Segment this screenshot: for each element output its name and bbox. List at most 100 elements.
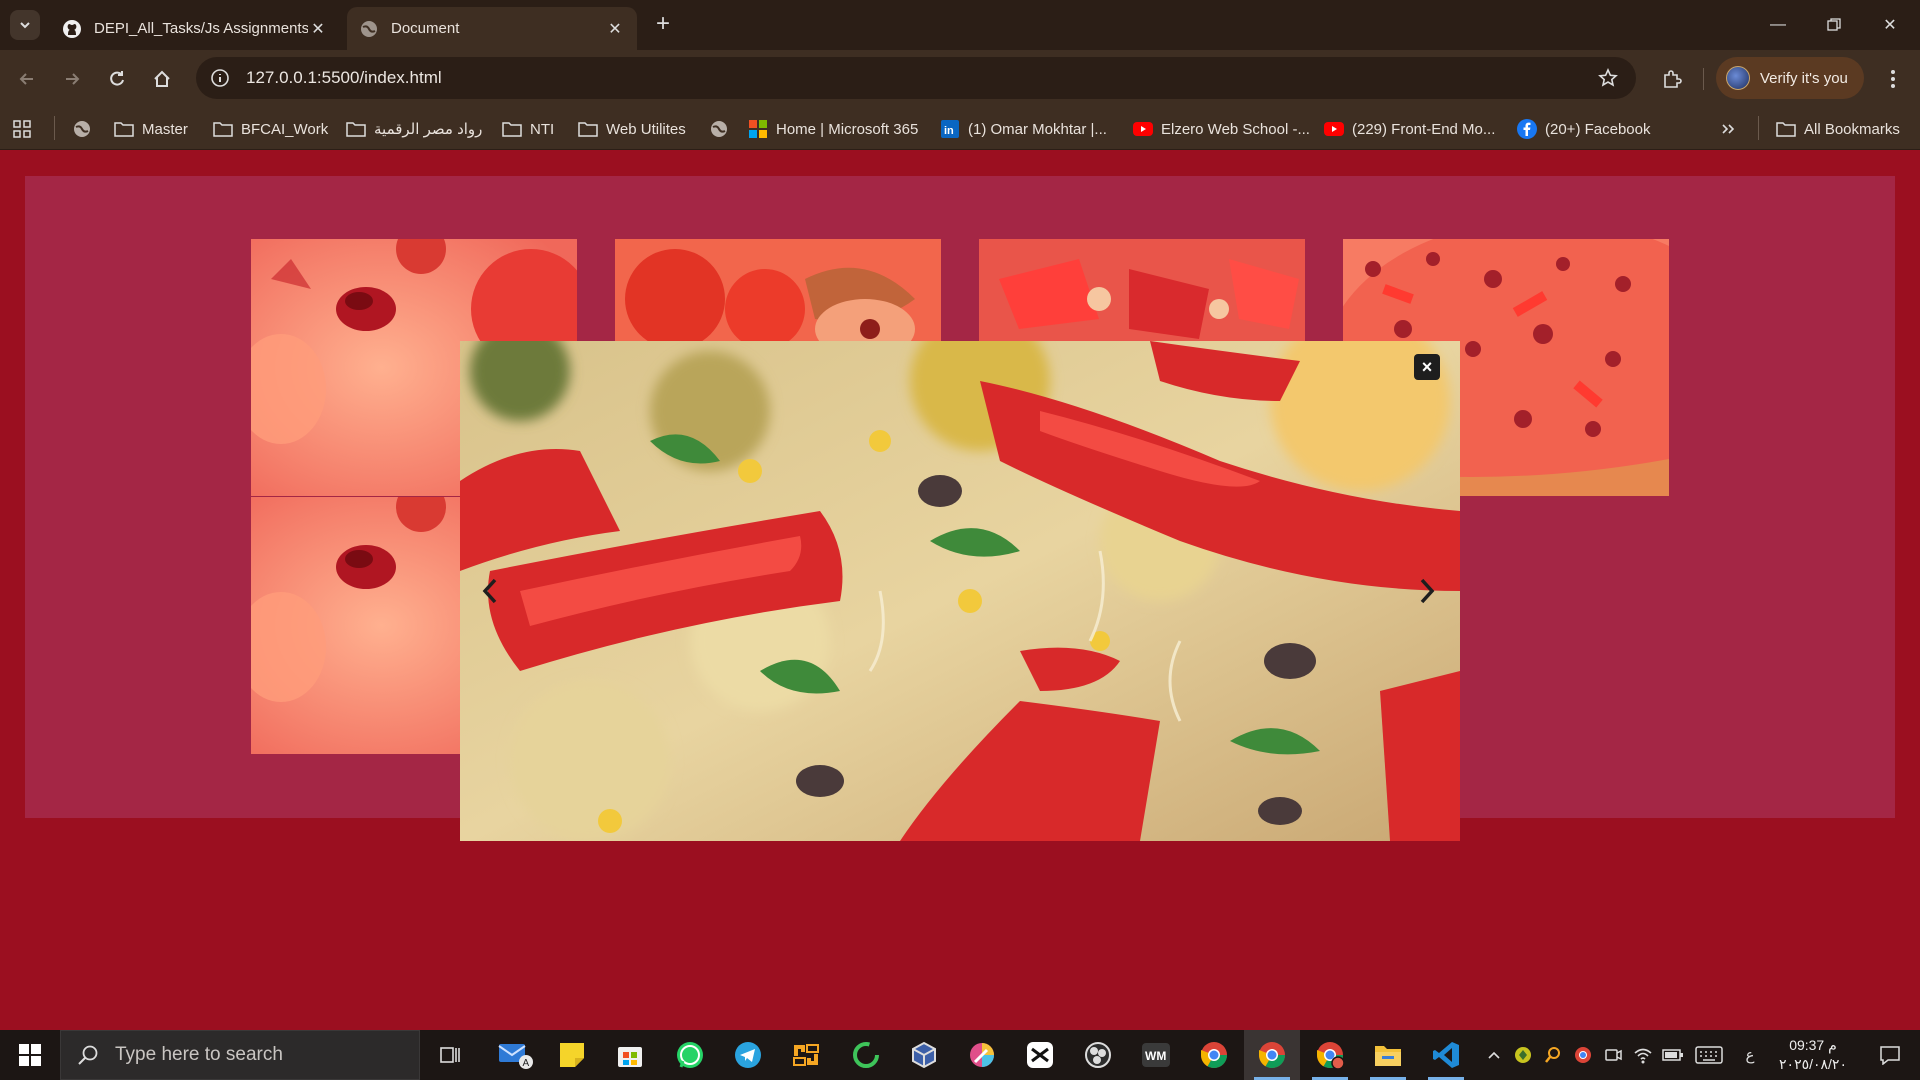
sticky-notes-icon[interactable] <box>544 1030 600 1080</box>
refresh-app-icon[interactable] <box>838 1030 894 1080</box>
apps-button[interactable] <box>12 116 40 142</box>
microsoft-icon <box>748 119 768 139</box>
lightbox-next-button[interactable] <box>1412 567 1442 615</box>
system-clock[interactable]: 09:37 م ٢٠٢٥/٠٨/٢٠ <box>1768 1036 1858 1074</box>
tab-document[interactable]: Document ✕ <box>347 7 637 50</box>
close-tab-icon[interactable]: ✕ <box>308 19 328 39</box>
tab-search-button[interactable] <box>10 10 40 40</box>
chrome-profile-icon[interactable] <box>1302 1030 1358 1080</box>
notification-icon <box>1880 1046 1900 1065</box>
battery-icon[interactable] <box>1660 1030 1686 1080</box>
telegram-icon[interactable] <box>720 1030 776 1080</box>
site-info-icon[interactable] <box>208 66 232 90</box>
lightbox-image <box>460 341 1460 841</box>
search-icon <box>75 1042 101 1068</box>
notification-center-button[interactable] <box>1866 1030 1914 1080</box>
reload-button[interactable] <box>100 62 134 96</box>
lightbox-prev-button[interactable] <box>475 567 505 615</box>
virtualbox-icon[interactable] <box>896 1030 952 1080</box>
folder-icon <box>1776 119 1796 139</box>
bookmark-label: رواد مصر الرقمية <box>374 121 483 138</box>
bookmarks-bar: Master BFCAI_Work رواد مصر الرقمية NTI W… <box>0 107 1920 150</box>
language-indicator[interactable]: ع <box>1738 1030 1762 1080</box>
bookmark-folder-nti[interactable]: NTI <box>502 116 554 142</box>
lightbox-close-button[interactable]: × <box>1414 354 1440 380</box>
folder-icon <box>213 119 233 139</box>
close-window-button[interactable]: ✕ <box>1862 0 1918 50</box>
chevron-left-icon <box>482 578 497 604</box>
address-url: 127.0.0.1:5500/index.html <box>246 68 442 87</box>
back-button[interactable] <box>10 62 44 96</box>
youtube-icon <box>1324 119 1344 139</box>
bookmark-label: (229) Front-End Mo... <box>1352 120 1496 138</box>
wifi-icon[interactable] <box>1630 1030 1656 1080</box>
menu-button[interactable] <box>1878 62 1908 96</box>
start-button[interactable] <box>0 1030 60 1080</box>
vmware-icon[interactable] <box>778 1030 834 1080</box>
close-tab-icon[interactable]: ✕ <box>605 19 625 39</box>
mail-icon[interactable]: A <box>488 1030 544 1080</box>
folder-icon <box>578 119 598 139</box>
color-picker-icon[interactable] <box>954 1030 1010 1080</box>
bookmark-globe-2[interactable] <box>709 116 737 142</box>
whatsapp-icon[interactable] <box>662 1030 718 1080</box>
keyboard-icon[interactable] <box>1692 1030 1726 1080</box>
extensions-button[interactable] <box>1655 62 1689 96</box>
vscode-icon[interactable] <box>1418 1030 1474 1080</box>
tray-overflow-icon[interactable] <box>1482 1030 1506 1080</box>
more-bookmarks-button[interactable] <box>1718 116 1746 142</box>
forward-button[interactable] <box>55 62 89 96</box>
restore-button[interactable] <box>1806 0 1862 50</box>
bookmark-folder-master[interactable]: Master <box>114 116 188 142</box>
bookmark-elzero[interactable]: Elzero Web School -... <box>1133 116 1310 142</box>
tray-search-app-icon[interactable] <box>1540 1030 1566 1080</box>
address-bar[interactable]: 127.0.0.1:5500/index.html <box>196 57 1636 99</box>
linkedin-icon: in <box>940 119 960 139</box>
bookmark-microsoft-365[interactable]: Home | Microsoft 365 <box>748 116 918 142</box>
bookmark-label: Home | Microsoft 365 <box>776 120 919 138</box>
bookmark-label: Web Utilites <box>606 120 686 138</box>
bookmark-label: (1) Omar Mokhtar |... <box>968 120 1107 138</box>
github-icon <box>62 19 82 39</box>
bookmark-folder-web-utilites[interactable]: Web Utilites <box>578 116 686 142</box>
tab-github[interactable]: DEPI_All_Tasks/Js Assignments/ ✕ <box>50 7 340 50</box>
avatar <box>1726 66 1750 90</box>
bookmark-linkedin[interactable]: in (1) Omar Mokhtar |... <box>940 116 1107 142</box>
bookmark-star-icon[interactable] <box>1596 66 1620 90</box>
clock-date: ٢٠٢٥/٠٨/٢٠ <box>1779 1056 1847 1072</box>
tray-camera-icon[interactable] <box>1600 1030 1626 1080</box>
tray-chrome-icon[interactable] <box>1570 1030 1596 1080</box>
profile-verify-button[interactable]: Verify it's you <box>1716 57 1864 99</box>
bookmark-front-end[interactable]: (229) Front-End Mo... <box>1324 116 1495 142</box>
file-explorer-icon[interactable] <box>1360 1030 1416 1080</box>
task-view-icon[interactable] <box>422 1030 478 1080</box>
tray-app-icon[interactable] <box>1510 1030 1536 1080</box>
more-vert-icon <box>1891 70 1895 88</box>
chrome-active-icon[interactable] <box>1244 1030 1300 1080</box>
wm-icon[interactable]: WM <box>1128 1030 1184 1080</box>
arrow-right-icon <box>66 73 80 85</box>
bookmark-folder-bfcai[interactable]: BFCAI_Work <box>213 116 328 142</box>
obs-icon[interactable] <box>1070 1030 1126 1080</box>
all-bookmarks-button[interactable]: All Bookmarks <box>1776 116 1900 142</box>
store-icon[interactable] <box>602 1030 658 1080</box>
restore-icon <box>1827 18 1841 31</box>
bookmark-facebook[interactable]: (20+) Facebook <box>1517 116 1650 142</box>
windows-icon <box>19 1044 41 1066</box>
verify-label: Verify it's you <box>1760 69 1848 87</box>
apps-grid-icon <box>12 119 32 139</box>
minimize-button[interactable]: — <box>1750 0 1806 50</box>
bookmark-globe[interactable] <box>72 116 100 142</box>
capcut-icon[interactable] <box>1012 1030 1068 1080</box>
new-tab-button[interactable]: + <box>650 12 676 38</box>
chevron-right-icon <box>1420 578 1435 604</box>
tab-title: DEPI_All_Tasks/Js Assignments/ <box>94 20 308 37</box>
home-button[interactable] <box>145 62 179 96</box>
home-icon <box>154 70 170 87</box>
taskbar-search-box[interactable]: Type here to search <box>60 1030 420 1080</box>
browser-toolbar: 127.0.0.1:5500/index.html Verify it's yo… <box>0 50 1920 107</box>
bookmark-folder-rowad[interactable]: رواد مصر الرقمية <box>346 116 482 142</box>
puzzle-icon <box>1664 70 1682 88</box>
chrome-icon[interactable] <box>1186 1030 1242 1080</box>
reload-icon <box>110 71 124 86</box>
